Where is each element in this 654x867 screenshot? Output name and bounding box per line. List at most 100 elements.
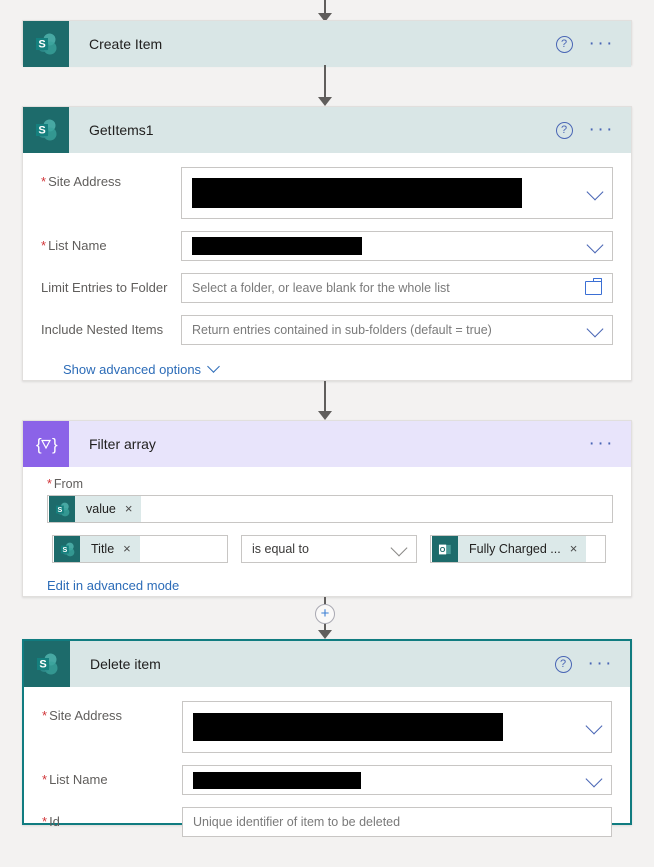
required-marker: *	[41, 238, 47, 253]
overflow-menu-icon[interactable]: ···	[588, 654, 614, 673]
card-header-actions: ···	[589, 434, 631, 453]
chevron-down-icon[interactable]	[586, 183, 604, 201]
field-label-include-nested-items: Include Nested Items	[41, 322, 164, 337]
card-body-getitems1: * Site Address * List Name Limit Entries t…	[23, 153, 631, 395]
token-chip-title[interactable]: S Title ×	[54, 536, 140, 562]
redacted-value	[192, 178, 522, 208]
remove-token-icon[interactable]: ×	[123, 542, 131, 555]
overflow-menu-icon[interactable]: ···	[589, 434, 615, 453]
card-title: Create Item	[89, 36, 163, 52]
chevron-down-icon[interactable]	[586, 236, 604, 254]
required-marker: *	[47, 477, 52, 491]
filter-array-icon: { }	[23, 421, 69, 467]
field-row-include-nested-items: Include Nested Items Return entries cont…	[41, 315, 613, 345]
show-advanced-options-link[interactable]: Show advanced options	[63, 360, 220, 377]
help-icon[interactable]: ?	[554, 655, 572, 673]
connector-getitems1-to-filter-array	[311, 381, 339, 420]
connector-arrow	[318, 411, 332, 420]
connector-arrow	[318, 97, 332, 106]
token-chip-value[interactable]: S value ×	[49, 496, 142, 522]
chevron-down-icon	[207, 360, 220, 373]
office-outlook-icon: O	[432, 536, 458, 562]
svg-text:S: S	[57, 504, 62, 513]
chevron-down-icon[interactable]	[586, 320, 604, 338]
field-input-limit-entries-to-folder[interactable]: Select a folder, or leave blank for the …	[181, 273, 613, 303]
action-card-create-item[interactable]: S Create Item ? ···	[22, 20, 632, 67]
field-input-include-nested-items[interactable]: Return entries contained in sub-folders …	[181, 315, 613, 345]
card-title: GetItems1	[89, 122, 154, 138]
card-title: Filter array	[89, 436, 156, 452]
condition-left-operand[interactable]: S Title ×	[52, 535, 228, 563]
field-input-list-name[interactable]	[182, 765, 612, 795]
card-title: Delete item	[90, 656, 161, 672]
required-marker: *	[42, 708, 48, 723]
chevron-down-icon[interactable]	[390, 539, 408, 557]
field-input-from[interactable]: S value ×	[47, 495, 613, 523]
sharepoint-icon: S	[23, 21, 69, 67]
redacted-value	[192, 237, 362, 255]
field-row-site-address: * Site Address	[42, 701, 612, 753]
field-placeholder: Return entries contained in sub-folders …	[192, 323, 492, 337]
field-input-id[interactable]: Unique identifier of item to be deleted	[182, 807, 612, 837]
svg-text:S: S	[38, 125, 45, 137]
folder-picker-icon[interactable]	[585, 278, 602, 295]
connector-filter-array-to-delete-item: +	[311, 597, 339, 639]
card-header-delete-item[interactable]: S Delete item ? ···	[24, 641, 630, 687]
help-icon[interactable]: ?	[555, 35, 573, 53]
condition-right-operand[interactable]: O Fully Charged ... ×	[430, 535, 606, 563]
field-input-site-address[interactable]	[182, 701, 612, 753]
card-body-delete-item: * Site Address * List Name * Id Unique iden…	[24, 687, 630, 867]
required-marker: *	[42, 814, 48, 829]
overflow-menu-icon[interactable]: ···	[589, 120, 615, 139]
show-advanced-options-label: Show advanced options	[63, 362, 202, 377]
insert-action-button[interactable]: +	[315, 604, 335, 624]
action-card-delete-item[interactable]: S Delete item ? ··· * Site Address * List …	[22, 639, 632, 837]
token-label: value	[86, 502, 116, 516]
chevron-down-icon[interactable]	[585, 770, 603, 788]
field-label-limit-entries-to-folder: Limit Entries to Folder	[41, 280, 168, 295]
required-marker: *	[42, 772, 48, 787]
redacted-value	[193, 713, 503, 741]
field-row-list-name: * List Name	[41, 231, 613, 261]
remove-token-icon[interactable]: ×	[125, 502, 133, 515]
field-placeholder: Select a folder, or leave blank for the …	[192, 281, 450, 295]
required-marker: *	[41, 174, 47, 189]
action-card-filter-array[interactable]: { } Filter array ··· * From S value × S …	[22, 420, 632, 597]
field-label-id: * Id	[42, 814, 60, 829]
help-icon[interactable]: ?	[555, 121, 573, 139]
field-label-list-name: * List Name	[42, 772, 108, 787]
card-header-actions: ? ···	[555, 34, 631, 53]
svg-text:S: S	[38, 39, 45, 51]
card-header-create-item[interactable]: S Create Item ? ···	[23, 21, 631, 67]
overflow-menu-icon[interactable]: ···	[589, 34, 615, 53]
redacted-value	[193, 771, 361, 789]
field-label-site-address: * Site Address	[41, 174, 122, 189]
condition-operator-label: is equal to	[252, 542, 309, 556]
sharepoint-icon: S	[24, 641, 70, 687]
field-row-site-address: * Site Address	[41, 167, 613, 219]
card-header-actions: ? ···	[554, 654, 630, 673]
field-row-list-name: * List Name	[42, 765, 612, 795]
field-label-site-address: * Site Address	[42, 708, 123, 723]
sharepoint-icon: S	[23, 107, 69, 153]
field-row-limit-entries-to-folder: Limit Entries to Folder Select a folder,…	[41, 273, 613, 303]
field-input-site-address[interactable]	[181, 167, 613, 219]
action-card-getitems1[interactable]: S GetItems1 ? ··· * Site Address * List Na…	[22, 106, 632, 381]
remove-token-icon[interactable]: ×	[570, 542, 578, 555]
field-label-from: * From	[47, 477, 84, 491]
field-row-id: * Id Unique identifier of item to be dele…	[42, 807, 612, 837]
chevron-down-icon[interactable]	[585, 717, 603, 735]
connector-line	[324, 597, 326, 604]
card-header-filter-array[interactable]: { } Filter array ···	[23, 421, 631, 467]
connector-to-create-item	[311, 0, 339, 22]
token-chip-fully-charged[interactable]: O Fully Charged ... ×	[432, 536, 587, 562]
connector-line	[324, 65, 326, 98]
svg-text:S: S	[39, 659, 46, 671]
svg-text:O: O	[439, 544, 445, 553]
edit-in-advanced-mode-link[interactable]: Edit in advanced mode	[47, 578, 179, 593]
connector-arrow	[318, 630, 332, 639]
condition-operator-dropdown[interactable]: is equal to	[241, 535, 417, 563]
card-header-getitems1[interactable]: S GetItems1 ? ···	[23, 107, 631, 153]
field-input-list-name[interactable]	[181, 231, 613, 261]
svg-text:}: }	[52, 435, 58, 454]
